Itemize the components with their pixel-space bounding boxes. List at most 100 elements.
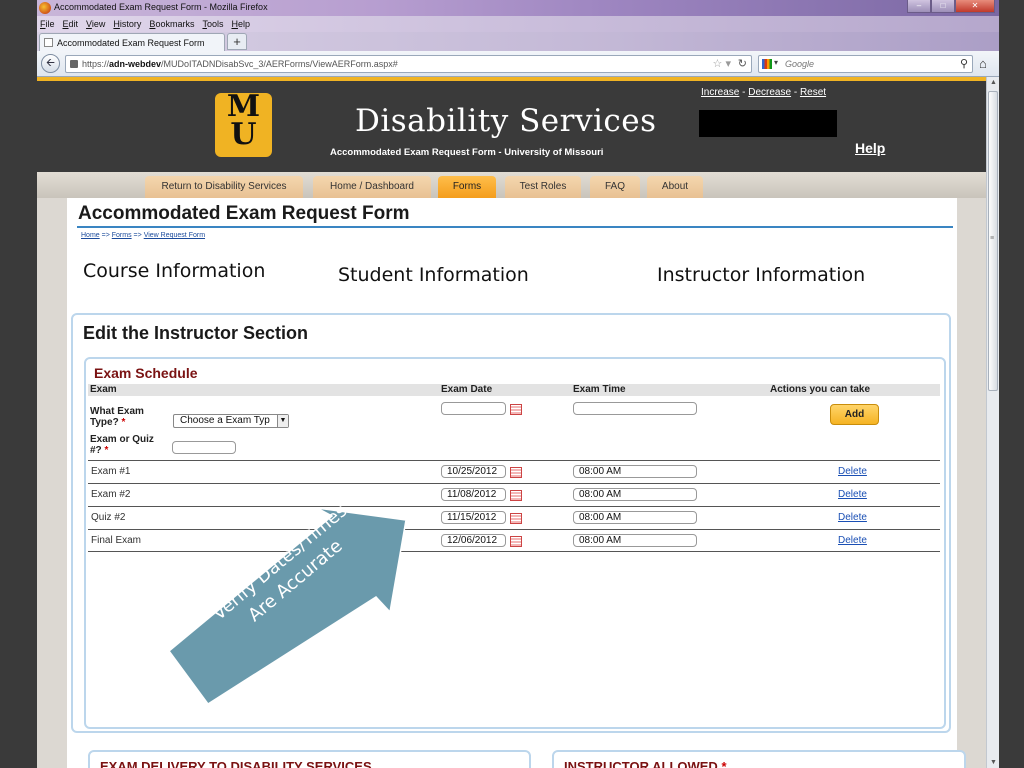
calendar-icon[interactable] [510,467,522,478]
breadcrumb: Home => Forms => View Request Form [81,232,205,239]
exam-type-value: Choose a Exam Typ [180,415,270,426]
scroll-up-icon[interactable]: ▲ [990,79,997,86]
browser-tab[interactable]: Accommodated Exam Request Form [39,33,225,51]
menu-tools[interactable]: Tools [202,19,223,29]
add-exam-button[interactable]: Add [830,404,879,425]
text-size-controls: Increase - Decrease - Reset [701,87,826,98]
scroll-down-icon[interactable]: ▼ [990,759,997,766]
delete-link[interactable]: Delete [838,489,867,500]
nav-about[interactable]: About [647,176,703,198]
calendar-icon[interactable] [510,536,522,547]
mizzou-logo[interactable]: M U [215,92,272,157]
page-icon [44,38,53,47]
delete-link[interactable]: Delete [838,512,867,523]
breadcrumb-forms[interactable]: Forms [112,232,132,239]
nav-test-roles[interactable]: Test Roles [505,176,581,198]
firefox-window: Accommodated Exam Request Form - Mozilla… [37,0,999,768]
address-bar[interactable]: https://adn-webdev/MUDoITADNDisabSvc_3/A… [65,55,752,73]
exam-number-input[interactable] [172,441,236,454]
exam-type-select[interactable]: Choose a Exam Typ ▼ [173,414,289,428]
row-time-input[interactable]: 08:00 AM [573,534,697,547]
menu-history[interactable]: History [113,19,141,29]
google-icon[interactable] [762,59,772,69]
section-instructor-information[interactable]: Instructor Information [657,264,865,286]
row-time-input[interactable]: 08:00 AM [573,465,697,478]
exam-schedule-panel: Exam Schedule Exam Exam Date Exam Time A… [84,357,946,729]
page-title: Accommodated Exam Request Form [78,203,410,224]
menu-bar: File Edit View History Bookmarks Tools H… [37,16,999,32]
redacted-box [699,110,837,137]
menu-bookmarks[interactable]: Bookmarks [149,19,194,29]
page-viewport: M U Disability Services Accommodated Exa… [37,77,986,768]
reset-text-link[interactable]: Reset [800,87,826,98]
calendar-icon[interactable] [510,404,522,415]
menu-edit[interactable]: Edit [63,19,79,29]
section-course-information[interactable]: Course Information [83,260,265,282]
schedule-row: Quiz #2 11/15/2012 08:00 AM Delete [88,506,940,529]
home-icon[interactable]: ⌂ [979,56,987,71]
row-time-input[interactable]: 08:00 AM [573,488,697,501]
search-placeholder: Google [785,59,815,69]
nav-forms[interactable]: Forms [438,176,496,198]
col-exam-time: Exam Time [573,384,626,395]
site-title: Disability Services [355,103,657,139]
calendar-icon[interactable] [510,513,522,524]
site-navigation: Return to Disability Services Home / Das… [37,172,986,198]
vertical-scrollbar[interactable]: ▲ ≡ ▼ [986,77,999,768]
window-title: Accommodated Exam Request Form - Mozilla… [54,2,268,12]
section-student-information[interactable]: Student Information [338,264,529,286]
row-exam-name: Final Exam [91,535,142,546]
new-tab-button[interactable]: + [227,33,247,50]
new-exam-time-input[interactable] [573,402,697,415]
site-subtitle: Accommodated Exam Request Form - Univers… [330,147,604,158]
minimize-button[interactable]: – [907,0,931,13]
row-date-input[interactable]: 11/15/2012 [441,511,506,524]
bookmark-star-icon[interactable]: ☆ ▾ [713,57,731,70]
chevron-down-icon: ▼ [277,415,288,427]
engine-dropdown-icon[interactable]: ▾ [774,58,778,67]
col-actions: Actions you can take [770,384,871,395]
schedule-row: Final Exam 12/06/2012 08:00 AM Delete [88,529,940,552]
new-exam-date-input[interactable] [441,402,506,415]
browser-tab-label: Accommodated Exam Request Form [57,38,205,48]
instructor-allowed-title: INSTRUCTOR ALLOWED * [564,759,727,768]
search-bar[interactable]: ▾ Google ⚲ [758,55,973,73]
row-exam-name: Exam #1 [91,466,131,477]
tab-strip: Accommodated Exam Request Form + [37,32,999,51]
calendar-icon[interactable] [510,490,522,501]
exam-schedule-title: Exam Schedule [94,365,198,381]
logo-letter-u: U [230,117,257,152]
nav-home-dashboard[interactable]: Home / Dashboard [313,176,431,198]
increase-text-link[interactable]: Increase [701,87,739,98]
breadcrumb-current[interactable]: View Request Form [144,232,205,239]
exam-number-label: Exam or Quiz #? * [90,434,154,456]
lock-icon [70,60,78,68]
breadcrumb-separator: => [99,232,112,239]
nav-return-to-disability-services[interactable]: Return to Disability Services [145,176,303,198]
scroll-grip-icon: ≡ [990,235,995,242]
close-window-button[interactable]: ✕ [955,0,995,13]
main-content: Accommodated Exam Request Form Home => F… [67,198,966,768]
back-button[interactable]: 🡨 [41,54,60,73]
menu-help[interactable]: Help [231,19,250,29]
delete-link[interactable]: Delete [838,466,867,477]
edit-section-title: Edit the Instructor Section [83,323,309,343]
maximize-button[interactable]: □ [931,0,955,13]
reload-icon[interactable]: ↻ [738,57,747,70]
delete-link[interactable]: Delete [838,535,867,546]
exam-delivery-title: EXAM DELIVERY TO DISABILITY SERVICES [100,759,372,768]
menu-file[interactable]: File [40,19,55,29]
help-link[interactable]: Help [855,140,885,156]
col-exam-date: Exam Date [441,384,493,395]
nav-faq[interactable]: FAQ [590,176,640,198]
row-time-input[interactable]: 08:00 AM [573,511,697,524]
row-date-input[interactable]: 10/25/2012 [441,465,506,478]
search-icon[interactable]: ⚲ [960,57,968,70]
schedule-row: Exam #1 10/25/2012 08:00 AM Delete [88,460,940,483]
navigation-bar: 🡨 https://adn-webdev/MUDoITADNDisabSvc_3… [37,51,999,77]
row-date-input[interactable]: 12/06/2012 [441,534,506,547]
breadcrumb-home[interactable]: Home [81,232,100,239]
menu-view[interactable]: View [86,19,105,29]
decrease-text-link[interactable]: Decrease [748,87,791,98]
row-date-input[interactable]: 11/08/2012 [441,488,506,501]
